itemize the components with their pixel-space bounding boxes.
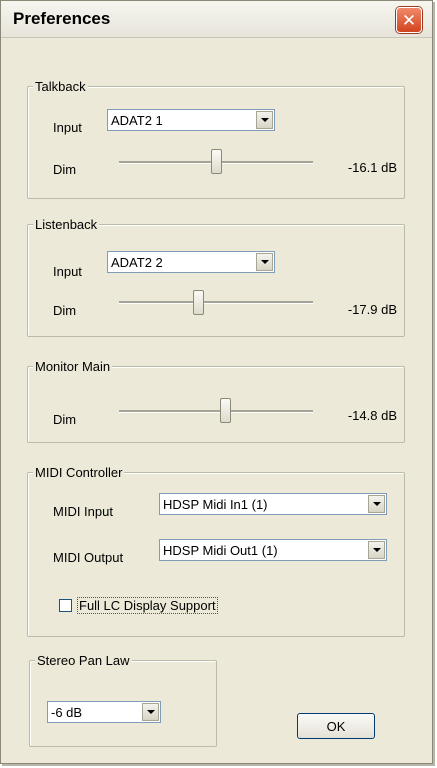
stereo-pan-law-dropdown-button[interactable] [142,703,159,721]
listenback-input-dropdown-button[interactable] [256,253,273,271]
chevron-down-icon [260,118,269,122]
listenback-dim-slider-thumb[interactable] [193,290,205,315]
midi-output-value: HDSP Midi Out1 (1) [163,543,278,558]
stereo-pan-law-select[interactable]: -6 dB [47,701,161,723]
midi-input-select[interactable]: HDSP Midi In1 (1) [159,493,387,515]
preferences-window: Preferences ✕ Talkback Input ADAT2 1 Dim… [0,0,433,764]
monitor-main-dim-value: -14.8 dB [347,408,397,423]
talkback-input-dropdown-button[interactable] [256,111,273,129]
talkback-group: Talkback [27,79,405,199]
listenback-input-value: ADAT2 2 [111,255,163,270]
chevron-down-icon [372,502,381,506]
midi-input-label: MIDI Input [53,504,113,519]
midi-input-value: HDSP Midi In1 (1) [163,497,268,512]
talkback-dim-slider-thumb[interactable] [210,149,222,174]
monitor-main-dim-slider-track[interactable] [119,410,313,413]
monitor-main-group-label: Monitor Main [33,359,113,374]
ok-button[interactable]: OK [297,713,375,739]
listenback-dim-label: Dim [53,303,77,318]
midi-controller-group-label: MIDI Controller [33,465,125,480]
stereo-pan-law-group: Stereo Pan Law [29,653,217,747]
close-button[interactable]: ✕ [396,7,422,33]
chevron-down-icon [372,548,381,552]
monitor-main-dim-label: Dim [53,412,77,427]
talkback-group-label: Talkback [33,79,88,94]
stereo-pan-law-value: -6 dB [51,705,83,720]
window-title: Preferences [13,9,111,28]
talkback-dim-value: -16.1 dB [347,160,397,175]
talkback-dim-label: Dim [53,162,77,177]
monitor-main-dim-slider-thumb[interactable] [220,398,232,423]
midi-output-label: MIDI Output [53,550,124,565]
title-bar[interactable]: Preferences ✕ [1,1,432,38]
chevron-down-icon [260,260,269,264]
monitor-main-group: Monitor Main [27,359,405,443]
listenback-dim-slider-track[interactable] [119,301,313,304]
full-lc-display-label[interactable]: Full LC Display Support [77,597,218,614]
midi-input-dropdown-button[interactable] [368,495,385,513]
chevron-down-icon [146,710,155,714]
midi-output-dropdown-button[interactable] [368,541,385,559]
talkback-input-label: Input [53,120,82,135]
listenback-input-select[interactable]: ADAT2 2 [107,251,275,273]
talkback-input-value: ADAT2 1 [111,113,163,128]
full-lc-display-checkbox[interactable] [59,599,72,612]
stereo-pan-law-group-label: Stereo Pan Law [35,653,132,668]
listenback-group: Listenback [27,217,405,337]
talkback-input-select[interactable]: ADAT2 1 [107,109,275,131]
listenback-input-label: Input [53,264,82,279]
listenback-dim-value: -17.9 dB [347,302,397,317]
listenback-group-label: Listenback [33,217,100,232]
close-icon: ✕ [401,10,417,30]
midi-output-select[interactable]: HDSP Midi Out1 (1) [159,539,387,561]
